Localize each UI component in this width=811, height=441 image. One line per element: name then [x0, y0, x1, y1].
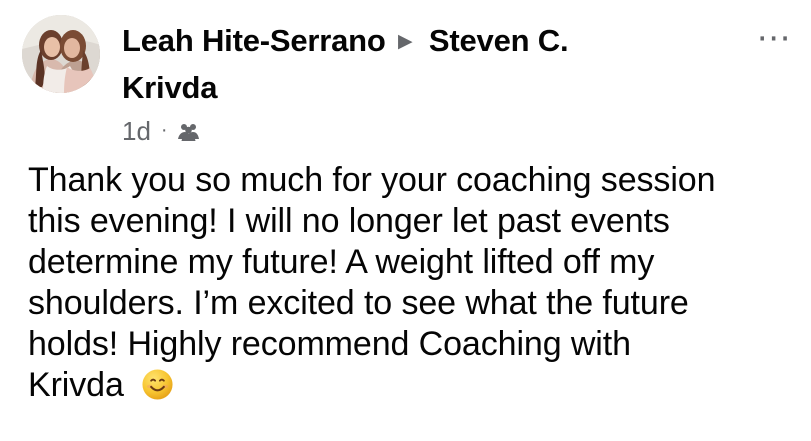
- post-meta: 1d ·: [122, 117, 201, 145]
- post-body-line: Thank you so much for your coaching sess…: [28, 161, 716, 199]
- shared-to-arrow-icon: ▶: [398, 31, 413, 52]
- meta-separator: ·: [160, 119, 168, 141]
- smiling-face-icon: [142, 369, 173, 400]
- post-body: Thank you so much for your coaching sess…: [28, 160, 808, 406]
- author-name-link[interactable]: Leah Hite-Serrano: [122, 23, 386, 58]
- post-body-line-text: Krivda: [28, 366, 124, 404]
- recipient-name-link-first-line[interactable]: Steven C.: [429, 23, 569, 58]
- recipient-name-link-second-line[interactable]: Krivda: [122, 70, 217, 105]
- more-options-button[interactable]: ⋯: [754, 18, 794, 58]
- post-body-line: shoulders. I’m excited to see what the f…: [28, 284, 689, 322]
- more-options-icon: ⋯: [756, 18, 792, 58]
- post-body-final-line: Krivda: [28, 365, 808, 406]
- friends-icon[interactable]: [176, 121, 201, 141]
- post-header-names: Leah Hite-Serrano ▶ Steven C. Krivda: [122, 20, 682, 109]
- avatar-photo: [22, 15, 100, 93]
- post-body-line: holds! Highly recommend Coaching with: [28, 325, 631, 363]
- facebook-post: Leah Hite-Serrano ▶ Steven C. Krivda 1d …: [0, 0, 811, 441]
- post-body-line: determine my future! A weight lifted off…: [28, 243, 655, 281]
- author-avatar[interactable]: [22, 15, 100, 93]
- post-timestamp[interactable]: 1d: [122, 117, 151, 145]
- post-body-line: this evening! I will no longer let past …: [28, 202, 670, 240]
